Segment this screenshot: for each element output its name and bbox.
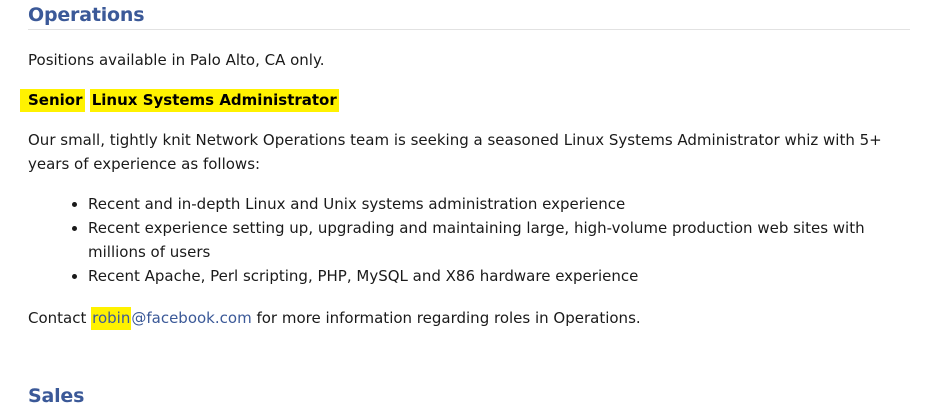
requirement-text: Recent Apache, Perl scripting, PHP, MySQ… — [88, 267, 639, 285]
job-title-highlight-senior: Senior — [20, 89, 85, 112]
requirement-text: Recent experience setting up, upgrading … — [88, 219, 865, 261]
requirement-text: Recent and in-depth Linux and Unix syste… — [88, 195, 626, 213]
section-heading-sales: Sales — [28, 385, 85, 407]
contact-text: Contact robin@facebook.com for more info… — [28, 306, 910, 330]
list-item: Recent Apache, Perl scripting, PHP, MySQ… — [72, 264, 910, 288]
list-item: Recent and in-depth Linux and Unix syste… — [72, 192, 910, 216]
location-text: Positions available in Palo Alto, CA onl… — [28, 51, 325, 69]
section-divider — [28, 29, 910, 30]
job-title-highlight-role: Linux Systems Administrator — [89, 89, 339, 112]
contact-email-link[interactable]: robin@facebook.com — [91, 307, 252, 330]
bullet-icon — [72, 226, 77, 231]
contact-suffix: for more information regarding roles in … — [251, 309, 641, 327]
email-domain: @facebook.com — [131, 309, 252, 327]
job-title: Senior Linux Systems Administrator — [20, 88, 339, 112]
bullet-icon — [72, 202, 77, 207]
list-item: Recent experience setting up, upgrading … — [72, 216, 910, 264]
section-heading-operations: Operations — [28, 4, 145, 26]
job-intro-text: Our small, tightly knit Network Operatio… — [28, 131, 882, 173]
requirements-list: Recent and in-depth Linux and Unix syste… — [72, 192, 910, 288]
contact-prefix: Contact — [28, 309, 92, 327]
email-user-highlight: robin — [91, 307, 132, 330]
bullet-icon — [72, 274, 77, 279]
